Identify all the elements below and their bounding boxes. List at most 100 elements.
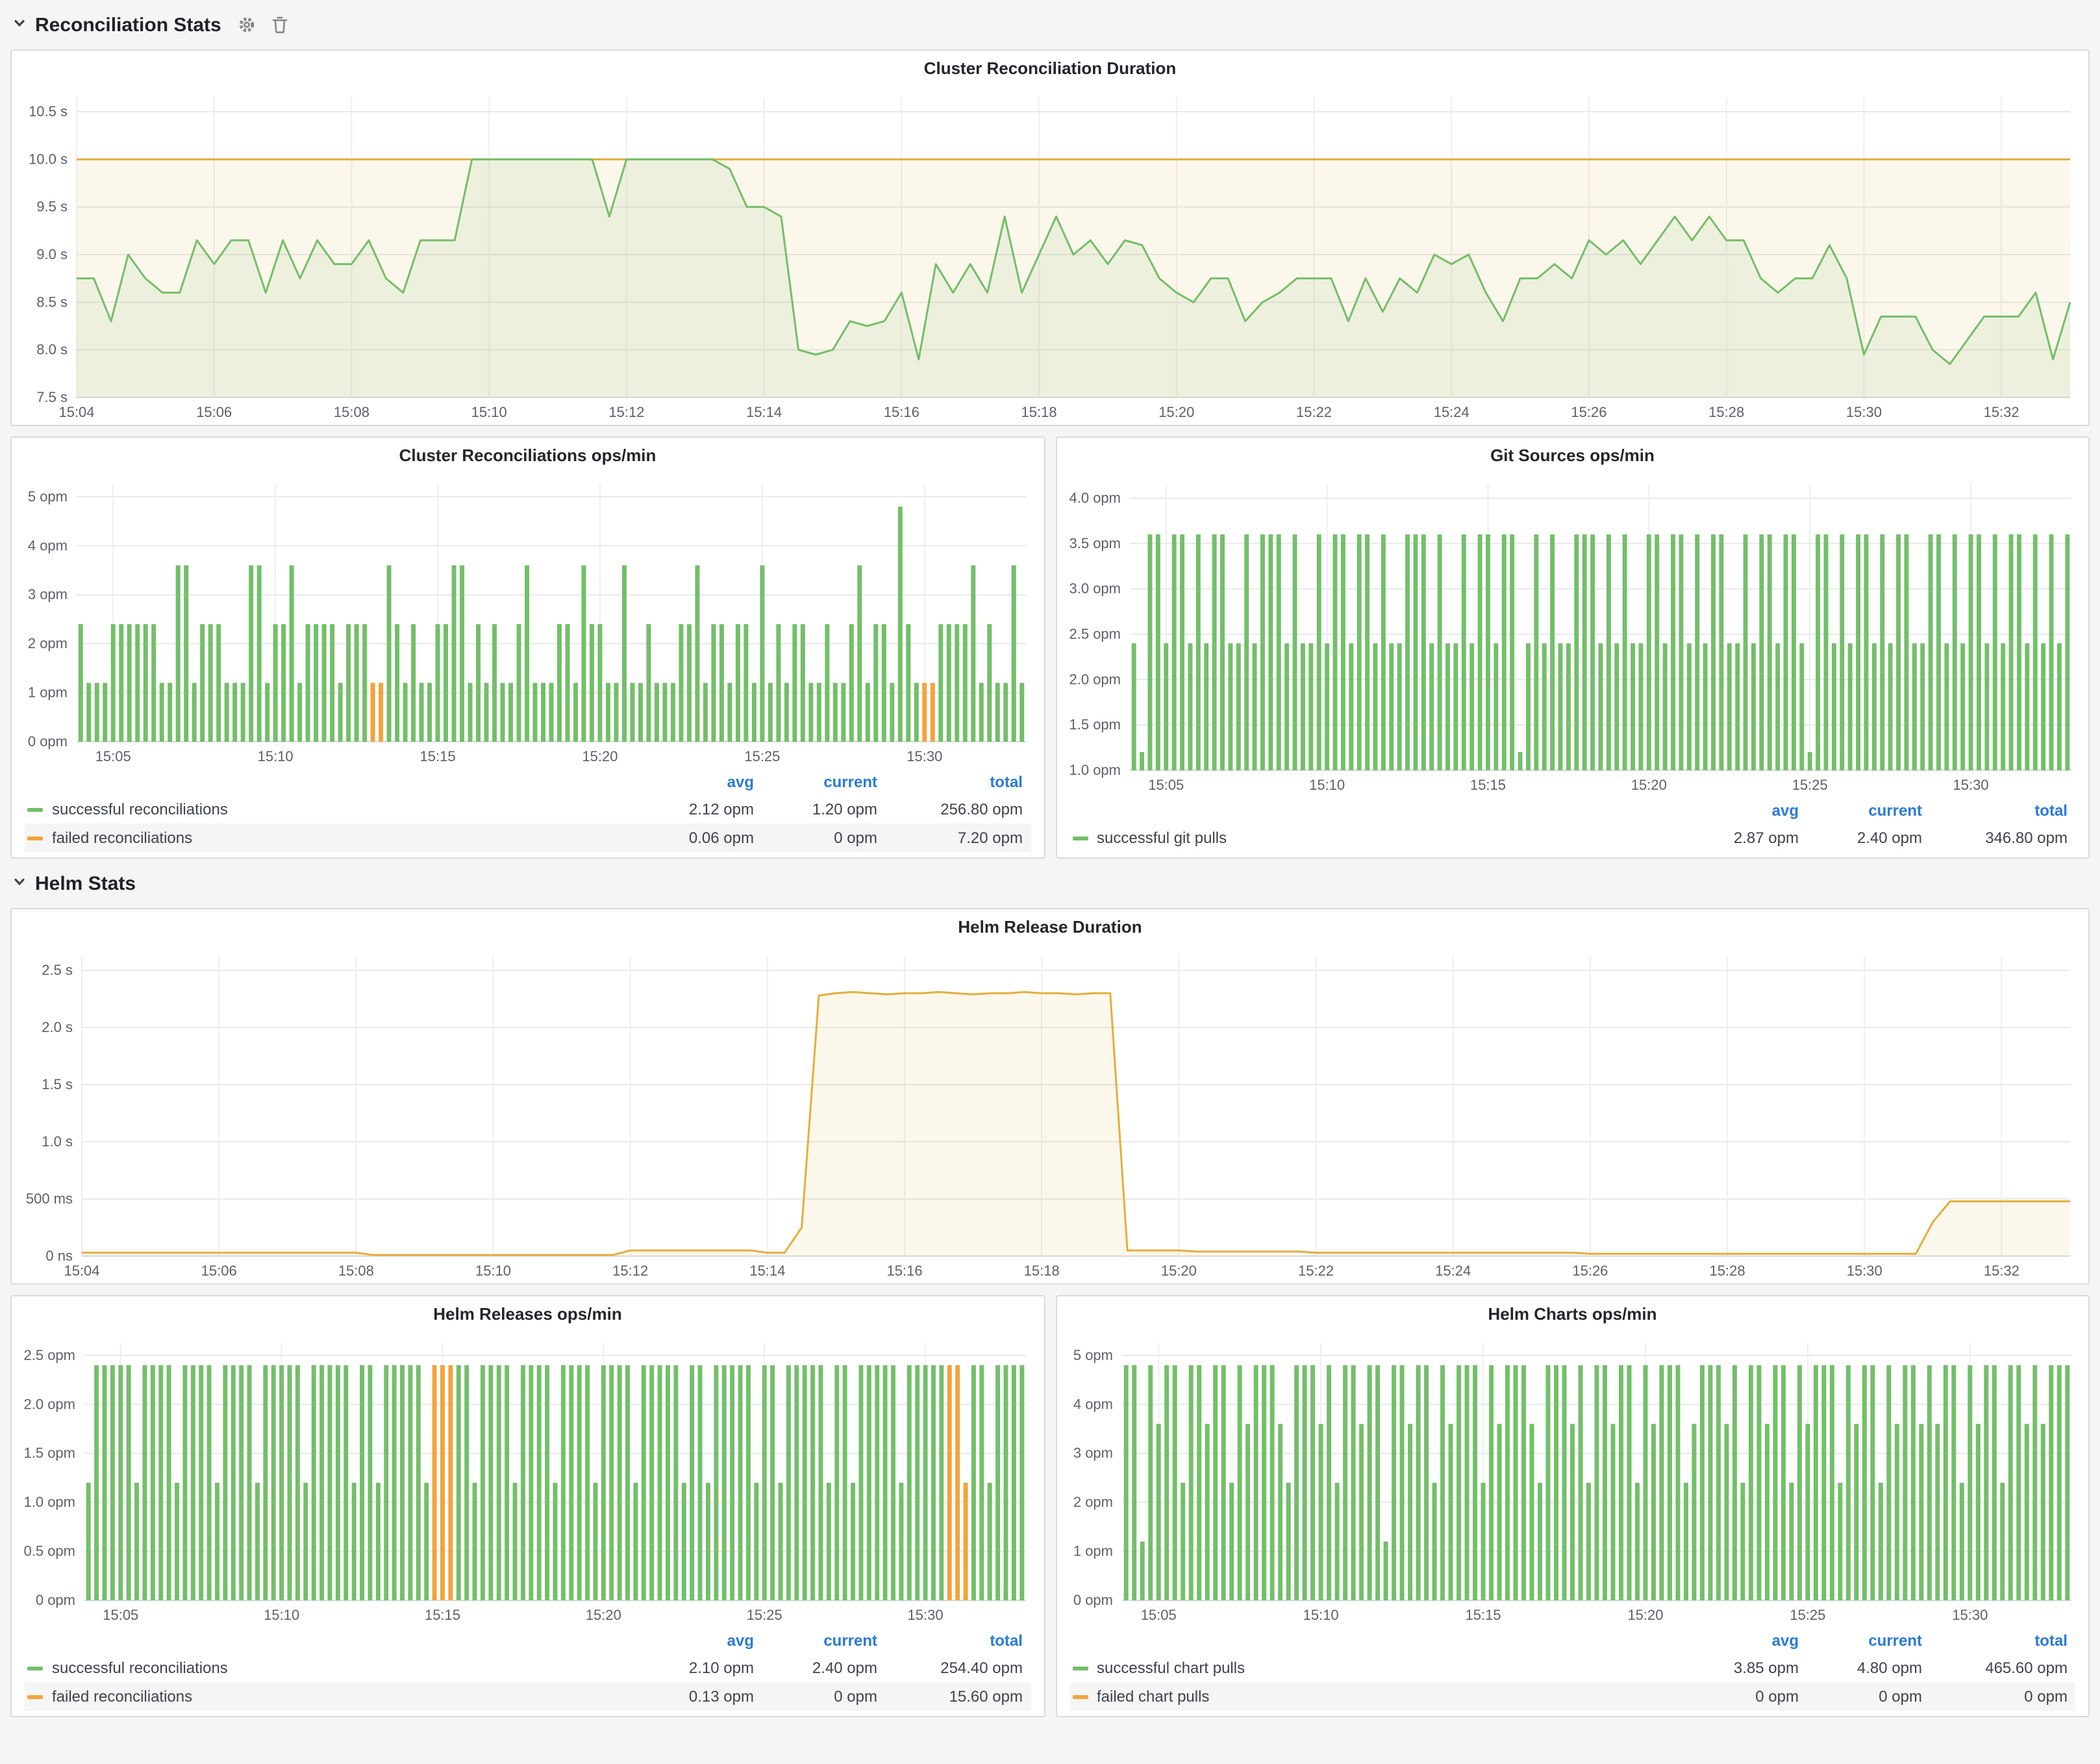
legend-git-sources: avg current total successful git pulls 2… (1056, 798, 2088, 857)
svg-text:15:26: 15:26 (1572, 1263, 1608, 1279)
git-sources-chart-svg[interactable]: 1.0 opm1.5 opm2.0 opm2.5 opm3.0 opm3.5 o… (1056, 472, 2089, 798)
cluster-reconciliations-chart-svg[interactable]: 0 opm1 opm2 opm3 opm4 opm5 opm15:0515:10… (12, 472, 1044, 769)
svg-text:5 opm: 5 opm (28, 488, 68, 505)
panel-title-helm-charts-opm[interactable]: Helm Charts ops/min (1056, 1296, 2088, 1330)
svg-text:15:12: 15:12 (612, 1263, 648, 1279)
chevron-down-icon[interactable] (13, 13, 26, 36)
svg-text:15:25: 15:25 (1789, 1607, 1825, 1623)
svg-text:2.0 opm: 2.0 opm (24, 1396, 76, 1412)
legend-total-value: 346.80 opm (1930, 829, 2075, 847)
svg-text:15:26: 15:26 (1571, 404, 1606, 420)
svg-text:4 opm: 4 opm (28, 537, 68, 553)
series-dash-icon (27, 1695, 43, 1698)
legend-total-value: 7.20 opm (885, 829, 1031, 847)
svg-text:15:15: 15:15 (425, 1607, 460, 1623)
legend-row-successful-chart-pulls: successful chart pulls 3.85 opm 4.80 opm… (1069, 1654, 2075, 1682)
panel-title-helm-release-duration[interactable]: Helm Release Duration (12, 909, 2088, 943)
svg-text:15:32: 15:32 (1984, 1263, 2019, 1279)
legend-current-value: 0 opm (762, 1687, 885, 1706)
panel-cluster-reconciliations-opm: Cluster Reconciliations ops/min 0 opm1 o… (10, 436, 1045, 859)
legend-sort-avg[interactable]: avg (1683, 801, 1806, 820)
svg-text:2.5 s: 2.5 s (42, 962, 73, 978)
svg-text:0 opm: 0 opm (28, 733, 68, 750)
legend-label-successful-git-pulls[interactable]: successful git pulls (1069, 829, 1683, 847)
svg-text:0 opm: 0 opm (1073, 1592, 1112, 1608)
svg-text:15:05: 15:05 (1140, 1607, 1176, 1623)
legend-sort-current[interactable]: current (762, 773, 885, 791)
row-title[interactable]: Reconciliation Stats (35, 14, 221, 36)
row-header-reconciliation-stats[interactable]: Reconciliation Stats (10, 10, 2090, 39)
svg-text:15:22: 15:22 (1298, 1263, 1334, 1279)
svg-text:15:25: 15:25 (747, 1607, 782, 1623)
legend-avg-value: 0 opm (1683, 1687, 1806, 1706)
helm-release-duration-chart-svg[interactable]: 0 ns500 ms1.0 s1.5 s2.0 s2.5 s15:0415:06… (12, 943, 2088, 1283)
legend-helm-charts: avg current total successful chart pulls… (1056, 1628, 2088, 1716)
svg-text:2.5 opm: 2.5 opm (24, 1347, 76, 1363)
legend-sort-current[interactable]: current (762, 1632, 885, 1650)
legend-label-failed-reconciliations[interactable]: failed reconciliations (25, 829, 638, 847)
legend-total-value: 465.60 opm (1930, 1659, 2075, 1677)
legend-sort-avg[interactable]: avg (638, 773, 762, 791)
series-dash-icon (1072, 1666, 1088, 1670)
svg-text:1.0 opm: 1.0 opm (24, 1494, 76, 1510)
legend-sort-current[interactable]: current (1806, 801, 1930, 820)
svg-text:15:16: 15:16 (887, 1263, 923, 1279)
row-header-helm-stats[interactable]: Helm Stats (10, 869, 2090, 898)
cluster-reconciliation-duration-chart[interactable]: 7.5 s8.0 s8.5 s9.0 s9.5 s10.0 s10.5 s15:… (12, 84, 2088, 425)
panel-git-sources-opm: Git Sources ops/min 1.0 opm1.5 opm2.0 op… (1055, 436, 2090, 859)
git-sources-chart[interactable]: 1.0 opm1.5 opm2.0 opm2.5 opm3.0 opm3.5 o… (1056, 472, 2088, 798)
legend-current-value: 2.40 opm (1806, 829, 1930, 847)
panel-title-cluster-reconciliation-duration[interactable]: Cluster Reconciliation Duration (12, 51, 2088, 84)
svg-text:15:18: 15:18 (1024, 1263, 1060, 1279)
helm-release-duration-chart[interactable]: 0 ns500 ms1.0 s1.5 s2.0 s2.5 s15:0415:06… (12, 943, 2088, 1283)
svg-text:15:25: 15:25 (1792, 777, 1827, 793)
legend-sort-total[interactable]: total (885, 773, 1031, 791)
cluster-reconciliation-duration-chart-svg[interactable]: 7.5 s8.0 s8.5 s9.0 s9.5 s10.0 s10.5 s15:… (12, 84, 2088, 425)
svg-text:2 opm: 2 opm (28, 635, 68, 651)
svg-text:15:30: 15:30 (1951, 1607, 1987, 1623)
cluster-reconciliations-chart[interactable]: 0 opm1 opm2 opm3 opm4 opm5 opm15:0515:10… (12, 472, 1044, 769)
legend-sort-total[interactable]: total (1930, 1632, 2075, 1650)
helm-charts-chart-svg[interactable]: 0 opm1 opm2 opm3 opm4 opm5 opm15:0515:10… (1056, 1330, 2089, 1628)
legend-sort-avg[interactable]: avg (638, 1632, 762, 1650)
legend-current-value: 4.80 opm (1806, 1659, 1930, 1677)
svg-text:4 opm: 4 opm (1073, 1396, 1112, 1412)
legend-helm-releases: avg current total successful reconciliat… (12, 1628, 1044, 1716)
gear-icon[interactable] (238, 16, 256, 34)
dashboard: Reconciliation Stats Cluster Reconciliat… (0, 0, 2100, 1728)
helm-charts-chart[interactable]: 0 opm1 opm2 opm3 opm4 opm5 opm15:0515:10… (1056, 1330, 2088, 1628)
helm-releases-chart-svg[interactable]: 0 opm0.5 opm1.0 opm1.5 opm2.0 opm2.5 opm… (12, 1330, 1044, 1628)
chevron-down-icon[interactable] (13, 872, 26, 895)
svg-text:0 opm: 0 opm (36, 1592, 75, 1608)
svg-text:15:10: 15:10 (471, 404, 507, 420)
svg-text:2 opm: 2 opm (1073, 1494, 1112, 1510)
legend-row-failed-chart-pulls: failed chart pulls 0 opm 0 opm 0 opm (1069, 1682, 2075, 1711)
svg-text:5 opm: 5 opm (1073, 1347, 1112, 1363)
legend-sort-total[interactable]: total (885, 1632, 1031, 1650)
panel-helm-charts-opm: Helm Charts ops/min 0 opm1 opm2 opm3 opm… (1055, 1295, 2090, 1717)
legend-total-value: 254.40 opm (885, 1659, 1031, 1677)
svg-text:15:10: 15:10 (1303, 1607, 1338, 1623)
svg-text:15:28: 15:28 (1708, 404, 1744, 420)
svg-text:15:04: 15:04 (58, 404, 94, 420)
legend-label-failed-chart-pulls[interactable]: failed chart pulls (1069, 1687, 1683, 1706)
legend-label-successful-reconciliations[interactable]: successful reconciliations (25, 800, 638, 818)
legend-label-successful-chart-pulls[interactable]: successful chart pulls (1069, 1659, 1683, 1677)
svg-text:15:30: 15:30 (908, 1607, 944, 1623)
panel-title-helm-releases-opm[interactable]: Helm Releases ops/min (12, 1296, 1044, 1330)
legend-label-successful-reconciliations[interactable]: successful reconciliations (25, 1659, 638, 1677)
svg-text:4.0 opm: 4.0 opm (1069, 490, 1121, 506)
panel-title-git-sources-opm[interactable]: Git Sources ops/min (1056, 438, 2088, 472)
helm-releases-chart[interactable]: 0 opm0.5 opm1.0 opm1.5 opm2.0 opm2.5 opm… (12, 1330, 1044, 1628)
svg-text:1.5 opm: 1.5 opm (1069, 716, 1121, 733)
svg-text:15:28: 15:28 (1710, 1263, 1745, 1279)
trash-icon[interactable] (272, 16, 289, 34)
panel-title-cluster-reconciliations-opm[interactable]: Cluster Reconciliations ops/min (12, 438, 1044, 472)
row-title[interactable]: Helm Stats (35, 872, 136, 894)
svg-text:15:08: 15:08 (338, 1263, 374, 1279)
legend-sort-total[interactable]: total (1930, 801, 2075, 820)
legend-sort-avg[interactable]: avg (1683, 1632, 1806, 1650)
legend-sort-current[interactable]: current (1806, 1632, 1930, 1650)
legend-label-failed-reconciliations[interactable]: failed reconciliations (25, 1687, 638, 1706)
svg-text:15:10: 15:10 (264, 1607, 299, 1623)
